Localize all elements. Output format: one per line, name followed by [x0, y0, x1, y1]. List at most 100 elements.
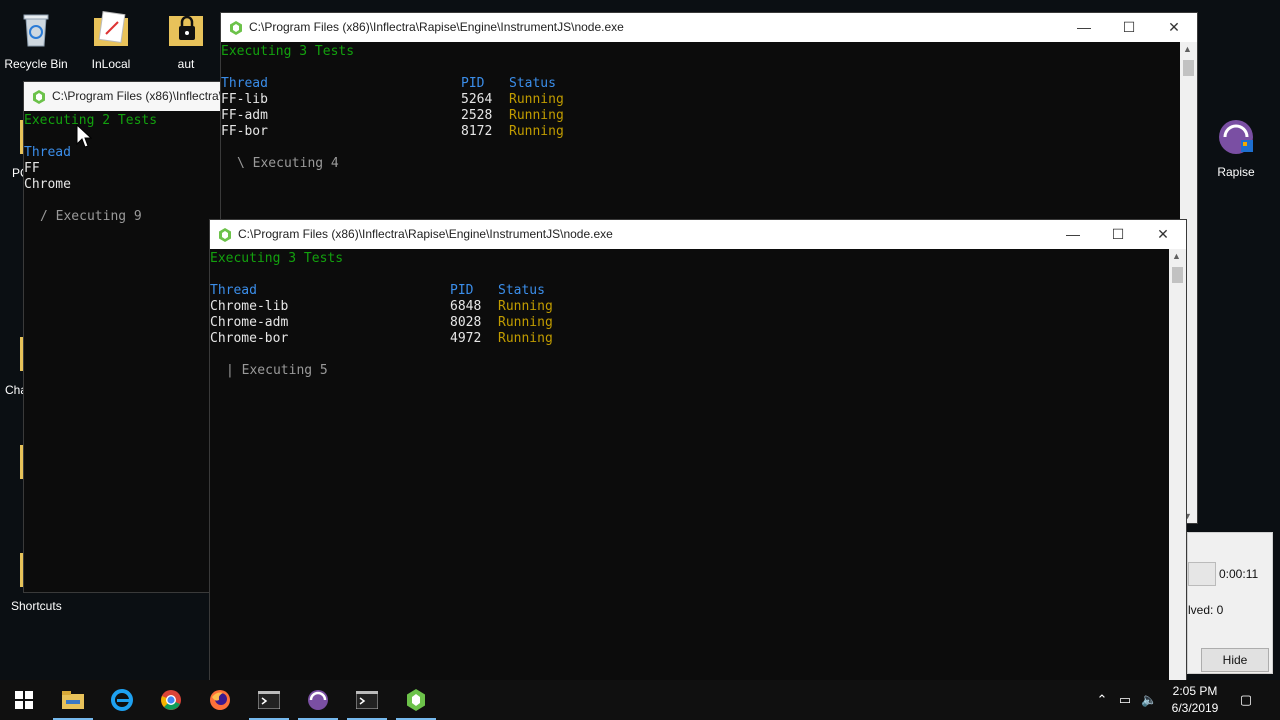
thread-cell: Chrome-adm	[210, 315, 289, 330]
executing-line: Executing 3 Tests	[221, 44, 355, 59]
desktop-icon-label: Rapise	[1217, 165, 1255, 179]
scrollbar-thumb[interactable]	[1172, 267, 1183, 283]
maximize-button[interactable]: ☐	[1106, 13, 1152, 42]
firefox-icon	[210, 690, 230, 710]
elapsed-time: 0:00:11	[1219, 567, 1259, 581]
status-cell: Running	[509, 124, 564, 139]
timer-dialog: 0:00:11 lved: 0 Hide	[1187, 532, 1273, 674]
thread-header: Thread	[210, 283, 257, 298]
pid-cell: 4972	[450, 331, 482, 346]
scrollbar-thumb[interactable]	[1183, 60, 1194, 76]
folder-icon	[62, 691, 84, 709]
desktop-icon-inlocal[interactable]: InLocal	[76, 10, 146, 71]
status-cell: Running	[498, 299, 553, 314]
desktop-icon-rapise[interactable]: Rapise	[1201, 118, 1271, 179]
pid-cell: 5264	[461, 92, 493, 107]
locked-folder-icon	[169, 15, 203, 46]
vertical-scrollbar[interactable]: ▲	[1169, 249, 1186, 680]
folder-icon	[94, 11, 128, 46]
close-button[interactable]: ✕	[1151, 13, 1197, 42]
desktop-icon-label: InLocal	[91, 57, 131, 71]
pid-header: PID	[450, 283, 474, 298]
window-titlebar[interactable]: C:\Program Files (x86)\Inflectra\Rapise\…	[221, 13, 1197, 42]
scroll-up-arrow-icon[interactable]: ▲	[1172, 251, 1181, 261]
taskbar-console-1[interactable]	[245, 680, 293, 720]
desktop-icon-aut[interactable]: aut	[151, 10, 221, 71]
taskbar-file-explorer[interactable]	[49, 680, 97, 720]
taskbar-chrome[interactable]	[147, 680, 195, 720]
thread-cell: Chrome-bor	[210, 331, 289, 346]
status-cell: Running	[498, 331, 553, 346]
thread-cell: FF-adm	[221, 108, 268, 123]
windows-logo-icon	[15, 691, 33, 709]
close-button[interactable]: ✕	[1140, 220, 1186, 249]
hide-button[interactable]: Hide	[1201, 648, 1269, 672]
console-output: Executing 3 Tests Thread PID Status Chro…	[210, 249, 1169, 680]
thread-cell: Chrome-lib	[210, 299, 289, 314]
node-app-icon	[230, 21, 242, 35]
thread-header: Thread	[221, 76, 268, 91]
console-window-chrome[interactable]: C:\Program Files (x86)\Inflectra\Rapise\…	[210, 220, 1186, 680]
thread-row: Chrome	[24, 177, 71, 192]
spinner-line: | Executing 5	[226, 363, 328, 378]
notification-icon[interactable]: ▢	[1238, 692, 1254, 708]
volume-icon[interactable]: 🔈	[1141, 692, 1157, 708]
taskbar-internet-explorer[interactable]	[98, 680, 146, 720]
thread-row: FF	[24, 161, 40, 176]
taskbar-console-2[interactable]	[343, 680, 391, 720]
taskbar-node[interactable]	[392, 680, 440, 720]
taskbar-clock[interactable]: 2:05 PM 6/3/2019	[1160, 683, 1230, 717]
recycle-bin-icon	[23, 14, 49, 47]
thread-cell: FF-bor	[221, 124, 268, 139]
desktop-icon-label: Recycle Bin	[4, 57, 68, 71]
pid-cell: 2528	[461, 108, 493, 123]
executing-line: Executing 3 Tests	[210, 251, 344, 266]
network-icon[interactable]: ▭	[1117, 692, 1133, 708]
internet-explorer-icon	[111, 689, 133, 711]
pid-header: PID	[461, 76, 485, 91]
status-cell: Running	[509, 108, 564, 123]
window-title: C:\Program Files (x86)\Inflectra\	[52, 89, 223, 103]
window-title: C:\Program Files (x86)\Inflectra\Rapise\…	[249, 20, 624, 34]
pid-cell: 6848	[450, 299, 482, 314]
chevron-up-icon[interactable]: ⌃	[1094, 692, 1110, 708]
solved-count: lved: 0	[1188, 603, 1224, 617]
node-app-icon	[219, 228, 231, 242]
clock-date: 6/3/2019	[1171, 701, 1219, 715]
status-header: Status	[509, 76, 556, 91]
window-titlebar[interactable]: C:\Program Files (x86)\Inflectra\Rapise\…	[210, 220, 1186, 249]
desktop: Recycle Bin InLocal aut Rapise PC Cha Sh…	[0, 0, 1280, 680]
thread-cell: FF-lib	[221, 92, 268, 107]
window-title: C:\Program Files (x86)\Inflectra\Rapise\…	[238, 227, 613, 241]
node-app-icon	[33, 90, 45, 104]
progress-box	[1188, 562, 1216, 586]
rapise-icon	[308, 690, 328, 710]
taskbar-firefox[interactable]	[196, 680, 244, 720]
status-cell: Running	[509, 92, 564, 107]
status-header: Status	[498, 283, 545, 298]
pid-cell: 8172	[461, 124, 493, 139]
rapise-icon	[1219, 120, 1253, 154]
window-titlebar[interactable]: C:\Program Files (x86)\Inflectra\	[24, 82, 224, 111]
spinner-line: \ Executing 4	[237, 156, 339, 171]
maximize-button[interactable]: ☐	[1095, 220, 1141, 249]
taskbar: ⌃ ▭ 🔈 2:05 PM 6/3/2019 ▢	[0, 680, 1280, 720]
taskbar-rapise[interactable]	[294, 680, 342, 720]
mouse-cursor-icon	[76, 124, 92, 148]
minimize-button[interactable]: —	[1050, 220, 1096, 249]
chrome-icon	[161, 690, 181, 710]
partial-icon-label-shortcuts: Shortcuts	[11, 599, 62, 613]
thread-header: Thread	[24, 145, 71, 160]
console-window-back[interactable]: C:\Program Files (x86)\Inflectra\ Execut…	[24, 82, 224, 592]
console-icon	[258, 691, 280, 709]
spinner-line: / Executing 9	[40, 209, 142, 224]
node-icon	[407, 689, 425, 711]
desktop-icon-recycle-bin[interactable]: Recycle Bin	[1, 10, 71, 71]
start-button[interactable]	[0, 680, 48, 720]
pid-cell: 8028	[450, 315, 482, 330]
minimize-button[interactable]: —	[1061, 13, 1107, 42]
scroll-up-arrow-icon[interactable]: ▲	[1183, 44, 1192, 54]
clock-time: 2:05 PM	[1172, 684, 1218, 698]
console-icon	[356, 691, 378, 709]
console-output: Executing 2 Tests Thread FF Chrome / Exe…	[24, 111, 224, 592]
